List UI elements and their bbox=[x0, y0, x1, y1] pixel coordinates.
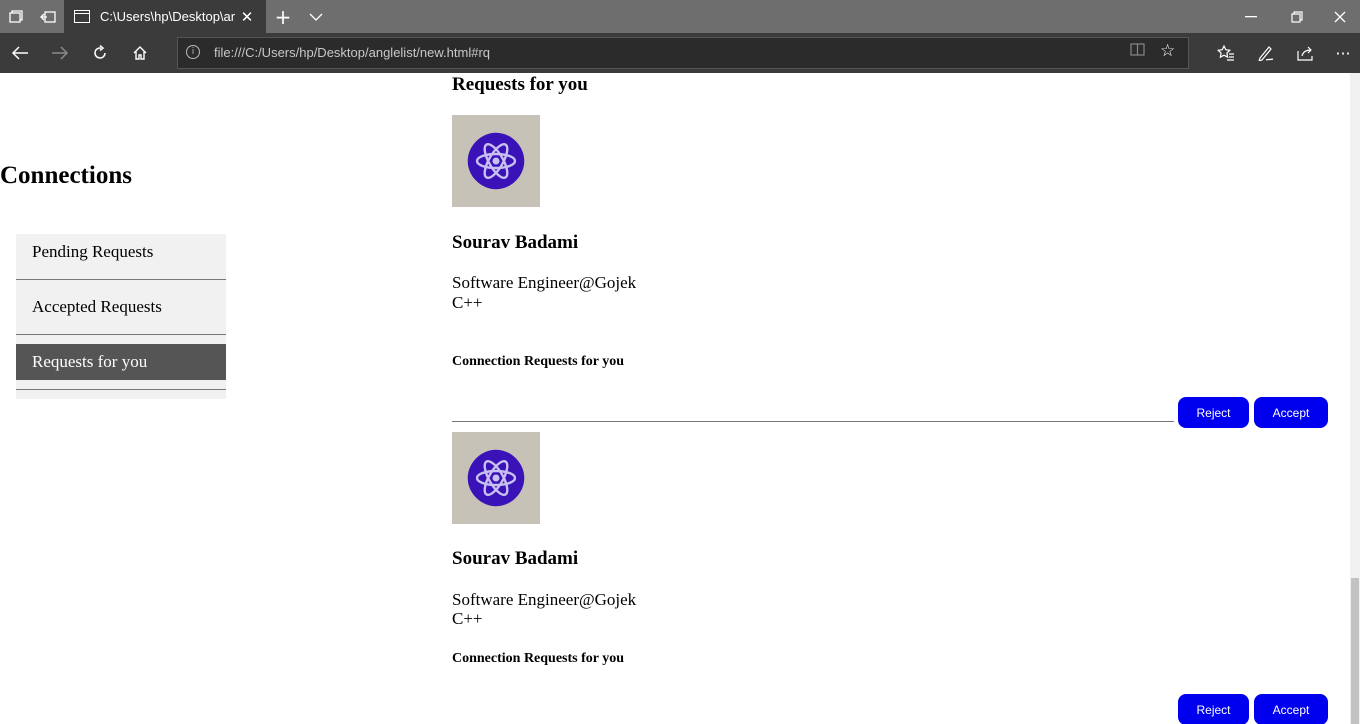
close-window-icon[interactable] bbox=[1320, 0, 1360, 33]
reject-button[interactable]: Reject bbox=[1178, 397, 1249, 428]
reject-button[interactable]: Reject bbox=[1178, 694, 1249, 724]
accept-button[interactable]: Accept bbox=[1254, 397, 1328, 428]
requester-skill: C++ bbox=[452, 293, 483, 312]
home-icon[interactable] bbox=[120, 33, 160, 73]
pen-icon[interactable] bbox=[1246, 33, 1286, 73]
react-logo-icon bbox=[467, 449, 525, 507]
divider bbox=[16, 334, 226, 335]
scrollbar-thumb[interactable] bbox=[1351, 578, 1359, 724]
sidebar-item-accepted-requests[interactable]: Accepted Requests bbox=[16, 289, 226, 325]
sidebar-item-pending-requests[interactable]: Pending Requests bbox=[16, 234, 226, 270]
react-logo-icon bbox=[467, 132, 525, 190]
share-icon[interactable] bbox=[1286, 33, 1326, 73]
requester-role: Software Engineer@Gojek bbox=[452, 273, 637, 292]
active-tab[interactable]: C:\Users\hp\Desktop\ar ✕ bbox=[64, 0, 266, 33]
page-icon bbox=[74, 10, 90, 23]
forward-icon[interactable] bbox=[40, 33, 80, 73]
request-note: Connection Requests for you bbox=[452, 354, 625, 369]
avatar bbox=[452, 432, 540, 524]
sidebar-menu: Pending Requests Accepted Requests Reque… bbox=[16, 234, 226, 399]
url-text: file:///C:/Users/hp/Desktop/anglelist/ne… bbox=[214, 45, 491, 60]
more-icon[interactable]: ··· bbox=[1326, 33, 1360, 73]
divider bbox=[16, 279, 226, 280]
tab-overview-icon[interactable] bbox=[0, 0, 32, 33]
favorites-list-icon[interactable] bbox=[1206, 33, 1246, 73]
browser-toolbar: i file:///C:/Users/hp/Desktop/anglelist/… bbox=[0, 33, 1360, 73]
address-bar[interactable]: i file:///C:/Users/hp/Desktop/anglelist/… bbox=[177, 37, 1189, 69]
avatar bbox=[452, 115, 540, 207]
sidebar-title: Connections bbox=[0, 162, 132, 189]
section-title: Requests for you bbox=[452, 74, 588, 95]
page-viewport: Connections Pending Requests Accepted Re… bbox=[0, 73, 1350, 724]
requester-name: Sourav Badami bbox=[452, 232, 579, 253]
restore-icon[interactable] bbox=[1274, 0, 1320, 33]
back-icon[interactable] bbox=[0, 33, 40, 73]
browser-tab-bar: C:\Users\hp\Desktop\ar ✕ + bbox=[0, 0, 1360, 33]
requester-skill: C++ bbox=[452, 609, 483, 628]
new-tab-icon[interactable]: + bbox=[266, 0, 300, 33]
divider bbox=[16, 389, 226, 390]
tab-dropdown-icon[interactable] bbox=[300, 0, 332, 33]
set-tabs-aside-icon[interactable] bbox=[32, 0, 64, 33]
sidebar-item-requests-for-you[interactable]: Requests for you bbox=[16, 344, 226, 380]
request-note: Connection Requests for you bbox=[452, 651, 625, 666]
reading-view-icon[interactable] bbox=[1130, 42, 1145, 61]
close-tab-icon[interactable]: ✕ bbox=[236, 8, 258, 26]
site-info-icon[interactable]: i bbox=[186, 45, 200, 59]
minimize-icon[interactable] bbox=[1228, 0, 1274, 33]
refresh-icon[interactable] bbox=[80, 33, 120, 73]
tab-title: C:\Users\hp\Desktop\ar bbox=[100, 9, 236, 24]
requester-role: Software Engineer@Gojek bbox=[452, 590, 637, 609]
requester-name: Sourav Badami bbox=[452, 548, 579, 569]
accept-button[interactable]: Accept bbox=[1254, 694, 1328, 724]
favorite-star-icon[interactable]: ☆ bbox=[1160, 41, 1175, 61]
page-scrollbar[interactable] bbox=[1350, 73, 1360, 724]
divider bbox=[452, 421, 1174, 422]
